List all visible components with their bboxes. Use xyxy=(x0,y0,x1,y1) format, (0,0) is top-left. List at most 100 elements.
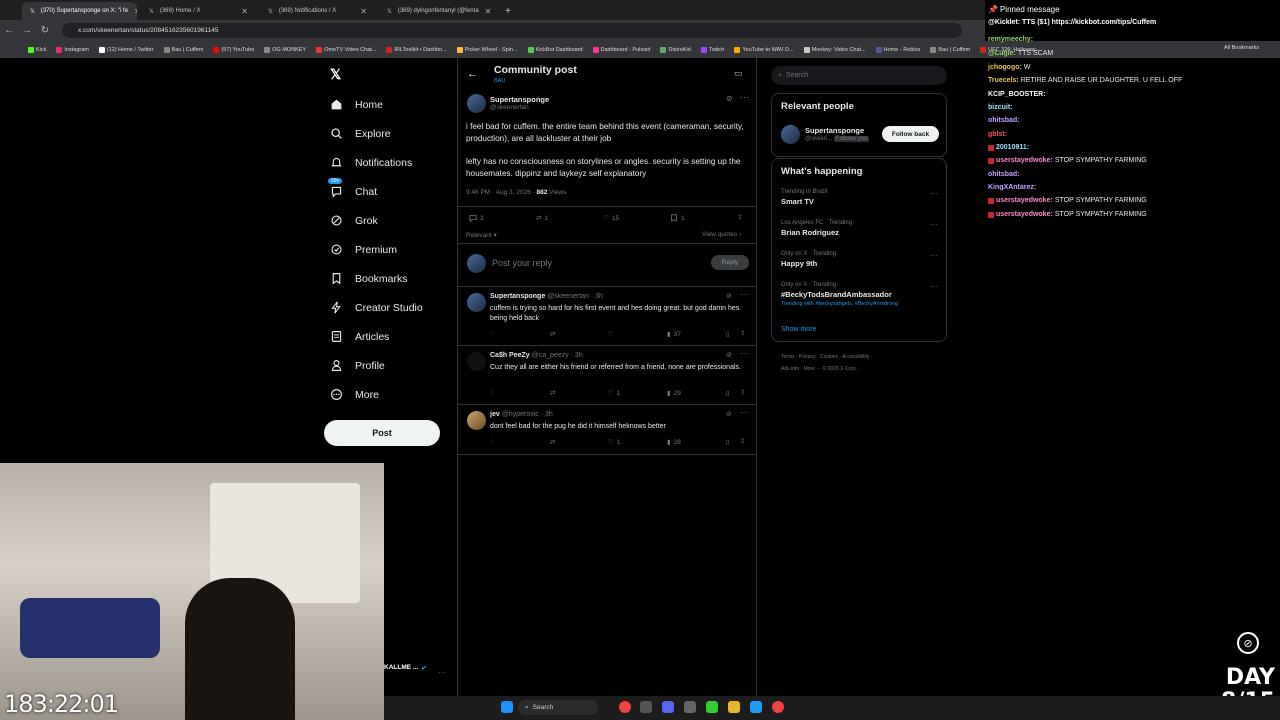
footer-links[interactable]: Ads info · More ··· © 2026 X Corp. xyxy=(781,366,857,372)
nav-chat[interactable]: Chat 20+ xyxy=(322,177,447,206)
close-icon[interactable]: ✕ xyxy=(485,7,492,16)
folder-icon[interactable] xyxy=(728,701,740,713)
back-icon[interactable]: ← xyxy=(0,25,18,36)
new-tab-button[interactable]: + xyxy=(497,2,513,20)
forward-icon[interactable]: → xyxy=(18,25,36,36)
author-name[interactable]: Supertansponge xyxy=(490,95,549,104)
author-handle[interactable]: @skeenertan xyxy=(490,104,529,111)
bookmark-item[interactable]: IRLToolkit • Dashbo... xyxy=(386,46,447,53)
more-icon[interactable]: ··· xyxy=(930,251,938,260)
share-icon[interactable]: ⇪ xyxy=(740,329,745,337)
bookmark-action[interactable]: 1 xyxy=(670,214,685,222)
show-more-link[interactable]: Show more xyxy=(781,326,816,333)
more-icon[interactable]: ··· xyxy=(930,220,938,229)
browser-tab[interactable]: 𝕏 (369) dyingonfentanyl (@fenta ✕ xyxy=(379,2,494,20)
share-icon[interactable]: ⇪ xyxy=(737,213,742,221)
nav-bookmarks[interactable]: Bookmarks xyxy=(322,264,447,293)
windows-start-icon[interactable] xyxy=(501,701,513,713)
url-input[interactable]: x.com/skeenertan/status/2084516235601961… xyxy=(62,23,962,38)
back-arrow-icon[interactable]: ← xyxy=(467,68,478,80)
chrome-icon[interactable] xyxy=(619,701,631,713)
bookmark-item[interactable]: (57) YouTube xyxy=(213,46,254,53)
nav-home[interactable]: Home xyxy=(322,90,447,119)
follow-back-button[interactable]: Follow back xyxy=(882,126,939,142)
bookmark-item[interactable]: DistroKid xyxy=(660,46,691,53)
account-name[interactable]: KALLME ... xyxy=(384,664,418,672)
steam-icon[interactable] xyxy=(750,701,762,713)
avatar[interactable] xyxy=(467,352,486,371)
repost-action[interactable]: ⇄ 1 xyxy=(536,214,548,223)
bookmark-item[interactable]: YouTube to WAV D... xyxy=(734,46,794,53)
bookmark-item[interactable]: Instagram xyxy=(56,46,89,53)
app-icon[interactable] xyxy=(640,701,652,713)
browser-tab[interactable]: 𝕏 (369) Home / X ✕ xyxy=(141,2,256,20)
bookmark-item[interactable]: Twitch xyxy=(700,46,724,53)
view-quotes-link[interactable]: View quotes › xyxy=(702,231,741,238)
nav-more[interactable]: More xyxy=(322,380,447,409)
nav-articles[interactable]: Articles xyxy=(322,322,447,351)
share-icon[interactable]: ⇪ xyxy=(740,437,745,445)
more-icon[interactable]: ··· xyxy=(438,668,446,677)
grok-icon[interactable]: ⊘ xyxy=(726,351,732,359)
more-icon[interactable]: ··· xyxy=(740,290,748,299)
reply-button[interactable]: Reply xyxy=(711,255,749,270)
bookmark-item[interactable]: OmeTV Video Chat... xyxy=(316,46,376,53)
bookmark-item[interactable]: Picker Wheel - Spin... xyxy=(456,46,518,53)
person-name[interactable]: Supertansponge xyxy=(805,126,864,135)
nav-notifications[interactable]: Notifications xyxy=(322,148,447,177)
repost-icon[interactable]: ⇄ xyxy=(550,389,555,397)
reply-input[interactable]: Post your reply xyxy=(492,258,552,268)
close-icon[interactable]: ✕ xyxy=(241,7,248,16)
bookmark-item[interactable]: OG MONKEY xyxy=(264,46,306,53)
more-icon[interactable]: ··· xyxy=(930,282,938,291)
author-name[interactable]: Ca$h PeeZy xyxy=(490,352,530,359)
bookmark-item[interactable]: KickBot Dashboard xyxy=(527,46,583,53)
bookmark-item[interactable]: (12) Home / Twitter xyxy=(98,46,154,53)
reply-action[interactable]: 3 xyxy=(469,214,484,222)
nav-premium[interactable]: Premium xyxy=(322,235,447,264)
bookmark-item[interactable]: Monkey: Video Chat... xyxy=(803,46,866,53)
bookmark-item[interactable]: Home - Roblox xyxy=(875,46,920,53)
grok-icon[interactable]: ⊘ xyxy=(726,410,732,418)
more-icon[interactable]: ··· xyxy=(740,349,748,358)
like-action[interactable]: ♡ 1 xyxy=(608,389,620,398)
post-button[interactable]: Post xyxy=(324,420,440,446)
bookmark-item[interactable]: Kick xyxy=(28,46,46,53)
like-action[interactable]: ♡ xyxy=(608,330,617,338)
views-action[interactable]: ▮ 28 xyxy=(667,438,681,447)
close-icon[interactable]: ✕ xyxy=(134,7,137,16)
bookmark-icon[interactable]: ▯ xyxy=(726,438,730,446)
views-action[interactable]: ▮ 29 xyxy=(667,389,681,398)
bookmark-item[interactable]: Bau | Cuffem xyxy=(930,46,970,53)
avatar[interactable] xyxy=(467,293,486,312)
app-icon[interactable] xyxy=(706,701,718,713)
author-name[interactable]: Supertansponge xyxy=(490,293,545,300)
bookmark-icon[interactable]: ▯ xyxy=(726,330,730,338)
nav-profile[interactable]: Profile xyxy=(322,351,447,380)
discord-icon[interactable] xyxy=(662,701,674,713)
grok-icon[interactable]: ⊘ xyxy=(726,94,733,103)
bookmark-icon[interactable]: ▯ xyxy=(726,389,730,397)
avatar[interactable] xyxy=(467,411,486,430)
footer-links[interactable]: Terms · Privacy · Cookies · Accessibilit… xyxy=(781,354,872,360)
share-icon[interactable]: ⇪ xyxy=(740,388,745,396)
nav-explore[interactable]: Explore xyxy=(322,119,447,148)
reply-icon[interactable]: ◌ xyxy=(490,438,494,445)
x-logo-icon[interactable]: 𝕏 xyxy=(330,66,341,83)
bookmark-item[interactable]: Dashboard - Pulsoid xyxy=(592,46,650,53)
browser-tab[interactable]: 𝕏 (369) Notifications / X ✕ xyxy=(260,2,375,20)
views-action[interactable]: ▮ 37 xyxy=(667,330,681,339)
app-icon[interactable] xyxy=(684,701,696,713)
nav-grok[interactable]: Grok xyxy=(322,206,447,235)
reply-icon[interactable]: ◌ xyxy=(490,389,494,396)
chrome-icon[interactable] xyxy=(772,701,784,713)
more-icon[interactable]: ··· xyxy=(930,189,938,198)
browser-tab[interactable]: 𝕏(370) Supertansponge on X: "i fe✕ xyxy=(22,2,137,20)
trend-item[interactable]: Only on X · Trending Happy 9th xyxy=(781,251,836,268)
more-icon[interactable]: ··· xyxy=(740,408,748,417)
repost-icon[interactable]: ⇄ xyxy=(550,330,555,338)
trend-item[interactable]: Trending in Brazil Smart TV xyxy=(781,189,827,206)
bookmark-item[interactable]: Bau | Cuffem xyxy=(163,46,203,53)
more-icon[interactable]: ··· xyxy=(740,92,749,102)
author-name[interactable]: jev xyxy=(490,411,500,418)
